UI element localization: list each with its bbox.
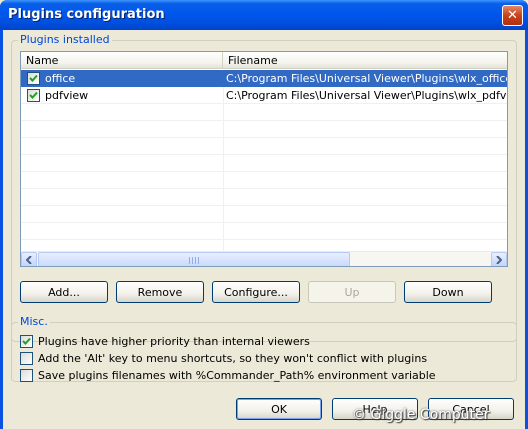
option-label: Add the 'Alt' key to menu shortcuts, so … xyxy=(38,351,428,365)
grid-line xyxy=(21,205,507,206)
grid-line xyxy=(21,188,507,189)
plugins-list[interactable]: Name Filename office C:\Program Files\Un… xyxy=(20,51,508,267)
misc-group: Misc. Plugins have higher priority than … xyxy=(11,315,517,383)
option-alt-shortcuts[interactable]: Add the 'Alt' key to menu shortcuts, so … xyxy=(20,350,427,366)
option-label: Plugins have higher priority than intern… xyxy=(38,334,310,348)
list-rows: office C:\Program Files\Universal Viewer… xyxy=(21,70,507,251)
checkmark-icon xyxy=(22,337,31,345)
row-name: office xyxy=(45,72,76,85)
close-button[interactable]: ✕ xyxy=(502,5,523,26)
window-title: Plugins configuration xyxy=(8,7,165,22)
column-header-filename[interactable]: Filename xyxy=(223,52,507,69)
option-plugin-priority[interactable]: Plugins have higher priority than intern… xyxy=(20,333,310,349)
plugins-config-window: Plugins configuration ✕ Plugins installe… xyxy=(0,0,528,429)
checkbox-checked[interactable] xyxy=(20,334,33,348)
option-label: Save plugins filenames with %Commander_P… xyxy=(38,368,436,382)
move-up-button[interactable]: Up xyxy=(308,281,396,303)
configure-plugin-button[interactable]: Configure... xyxy=(212,281,300,303)
plugins-installed-group: Plugins installed Name Filename office C… xyxy=(11,33,517,342)
move-down-button[interactable]: Down xyxy=(404,281,492,303)
table-row[interactable]: pdfview C:\Program Files\Universal Viewe… xyxy=(21,87,507,104)
dialog-client-area: Plugins installed Name Filename office C… xyxy=(3,30,525,429)
grid-line xyxy=(21,154,507,155)
grid-line xyxy=(21,171,507,172)
add-plugin-button[interactable]: Add... xyxy=(20,281,108,303)
scroll-left-button[interactable] xyxy=(21,252,37,266)
title-bar[interactable]: Plugins configuration ✕ xyxy=(0,0,528,30)
watermark-text: © Giggle Computer xyxy=(352,407,490,423)
close-icon: ✕ xyxy=(507,8,518,23)
option-commander-path[interactable]: Save plugins filenames with %Commander_P… xyxy=(20,367,436,383)
row-name: pdfview xyxy=(45,89,89,102)
checkbox-unchecked[interactable] xyxy=(20,368,33,382)
scroll-right-button[interactable] xyxy=(491,252,507,266)
horizontal-scrollbar[interactable] xyxy=(21,251,507,266)
row-filename: C:\Program Files\Universal Viewer\Plugin… xyxy=(226,89,507,102)
plugins-installed-label: Plugins installed xyxy=(18,33,112,46)
grid-line xyxy=(21,120,507,121)
remove-plugin-button[interactable]: Remove xyxy=(116,281,204,303)
grid-line xyxy=(21,239,507,240)
grid-line xyxy=(21,137,507,138)
ok-button[interactable]: OK xyxy=(236,398,322,420)
grip-icon xyxy=(189,257,199,264)
row-filename: C:\Program Files\Universal Viewer\Plugin… xyxy=(226,72,507,85)
scrollbar-thumb[interactable] xyxy=(38,252,350,266)
table-row[interactable]: office C:\Program Files\Universal Viewer… xyxy=(21,70,507,87)
arrow-left-icon xyxy=(26,256,32,264)
list-header: Name Filename xyxy=(21,52,507,69)
arrow-right-icon xyxy=(496,256,502,264)
column-header-name[interactable]: Name xyxy=(21,52,223,69)
checkbox-unchecked[interactable] xyxy=(20,351,33,365)
grid-line xyxy=(21,222,507,223)
misc-label: Misc. xyxy=(18,315,50,328)
